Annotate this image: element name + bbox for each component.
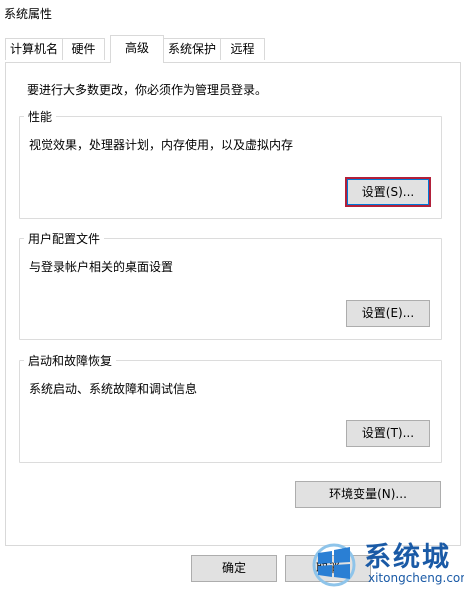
user-profiles-legend: 用户配置文件 — [24, 230, 105, 247]
startup-recovery-settings-button[interactable]: 设置(T)... — [346, 420, 430, 447]
environment-variables-button[interactable]: 环境变量(N)... — [295, 481, 441, 508]
user-profiles-settings-button[interactable]: 设置(E)... — [346, 300, 430, 327]
watermark-logo-icon — [312, 543, 356, 587]
tab-strip: 计算机名 硬件 高级 系统保护 远程 — [0, 28, 464, 63]
performance-settings-button[interactable]: 设置(S)... — [345, 177, 431, 207]
tab-system-protection[interactable]: 系统保护 — [163, 38, 221, 60]
window-title: 系统属性 — [4, 7, 53, 21]
tab-remote[interactable]: 远程 — [220, 38, 265, 60]
watermark-title: 系统城 — [364, 542, 451, 573]
site-watermark: 系统城 xitongcheng.com — [308, 533, 464, 589]
startup-recovery-legend: 启动和故障恢复 — [24, 352, 117, 369]
tab-hardware[interactable]: 硬件 — [62, 38, 105, 60]
performance-group: 性能 视觉效果，处理器计划，内存使用，以及虚拟内存 设置(S)... — [19, 108, 442, 219]
performance-description: 视觉效果，处理器计划，内存使用，以及虚拟内存 — [29, 138, 294, 152]
startup-recovery-description: 系统启动、系统故障和调试信息 — [29, 382, 198, 396]
tab-computer-name[interactable]: 计算机名 — [5, 38, 63, 60]
tab-advanced[interactable]: 高级 — [110, 35, 164, 63]
ok-button[interactable]: 确定 — [191, 555, 277, 582]
user-profiles-description: 与登录帐户相关的桌面设置 — [29, 260, 174, 274]
admin-login-note: 要进行大多数更改，你必须作为管理员登录。 — [27, 83, 268, 97]
watermark-url: xitongcheng.com — [368, 571, 464, 585]
title-bar: 系统属性 — [0, 0, 464, 28]
performance-legend: 性能 — [24, 108, 57, 125]
user-profiles-group: 用户配置文件 与登录帐户相关的桌面设置 设置(E)... — [19, 230, 442, 340]
startup-recovery-group: 启动和故障恢复 系统启动、系统故障和调试信息 设置(T)... — [19, 352, 442, 463]
